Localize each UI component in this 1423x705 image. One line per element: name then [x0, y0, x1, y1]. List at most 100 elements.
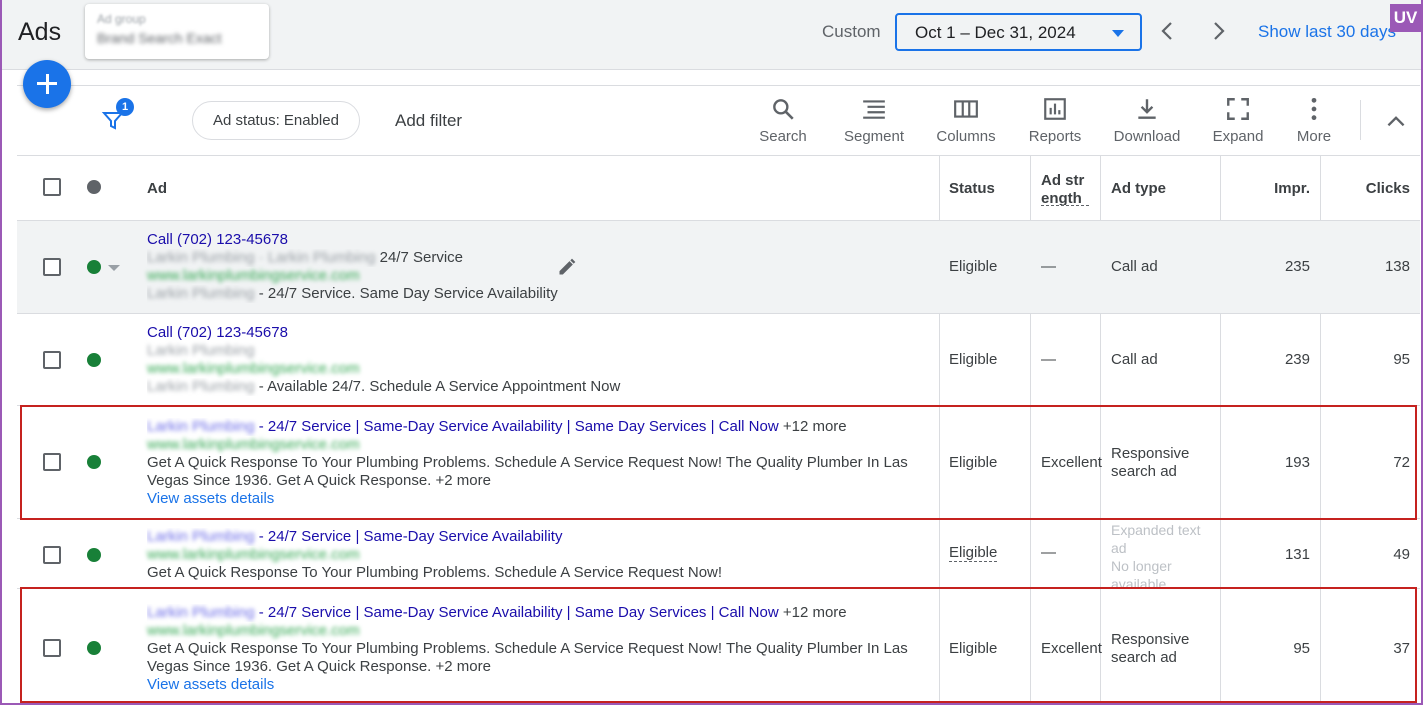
ad-business-suffix: 24/7 Service — [379, 249, 464, 266]
add-filter-button[interactable]: Add filter — [395, 111, 462, 131]
impressions-cell: 235 — [1284, 258, 1310, 275]
column-header-ad-strength[interactable]: Ad strength — [1041, 172, 1089, 206]
ad-description: Get A Quick Response To Your Plumbing Pr… — [147, 564, 723, 581]
columns-tool-button[interactable]: Columns — [926, 96, 1006, 145]
ad-headline[interactable]: Call (702) 123-45678 — [147, 324, 927, 342]
reports-tool-button[interactable]: Reports — [1015, 96, 1095, 145]
ad-type-line: Responsive — [1111, 445, 1190, 462]
enabled-status-dot-icon — [87, 353, 101, 367]
ad-description: Get A Quick Response To Your Plumbing Pr… — [147, 640, 908, 657]
ad-type-line: search ad — [1111, 463, 1177, 480]
ad-headline[interactable]: - 24/7 Service | Same-Day Service Availa… — [255, 604, 779, 621]
row-checkbox[interactable] — [43, 546, 61, 564]
ad-headline-more[interactable]: +12 more — [783, 418, 847, 435]
ad-preview: Larkin Plumbing - 24/7 Service | Same-Da… — [147, 528, 927, 582]
date-range-dropdown[interactable]: Oct 1 – Dec 31, 2024 — [895, 13, 1142, 51]
clicks-cell: 49 — [1393, 546, 1410, 563]
search-tool-button[interactable]: Search — [743, 96, 823, 145]
chevron-right-icon[interactable] — [1206, 19, 1230, 43]
ad-description: - 24/7 Service. Same Day Service Availab… — [254, 285, 558, 302]
table-row[interactable]: Call (702) 123-45678 Larkin Plumbing www… — [17, 314, 1420, 406]
ad-group-value: Brand Search Exact — [97, 30, 222, 46]
segment-tool-button[interactable]: Segment — [834, 96, 914, 145]
ad-strength-cell: — — [1041, 258, 1056, 275]
enabled-status-dot-icon — [87, 641, 101, 655]
ad-type-cell: Call ad — [1111, 258, 1158, 275]
ad-headline-name: Larkin Plumbing — [147, 418, 255, 435]
row-checkbox[interactable] — [43, 351, 61, 369]
ad-description-more[interactable]: +2 more — [436, 472, 491, 489]
ad-display-url: www.larkinplumbingservice.com — [147, 436, 360, 453]
ad-description: Get A Quick Response To Your Plumbing Pr… — [147, 454, 908, 471]
view-assets-details-link[interactable]: View assets details — [147, 676, 927, 694]
ad-headline[interactable]: - 24/7 Service | Same-Day Service Availa… — [255, 528, 563, 545]
column-header-status[interactable]: Status — [949, 180, 995, 197]
ad-headline-name: Larkin Plumbing — [147, 604, 255, 621]
impressions-cell: 239 — [1284, 351, 1310, 368]
ad-status-filter-chip[interactable]: Ad status: Enabled — [192, 101, 360, 140]
ad-description-more[interactable]: +2 more — [436, 658, 491, 675]
download-tool-button[interactable]: Download — [1107, 96, 1187, 145]
show-last-30-days-link[interactable]: Show last 30 days — [1258, 22, 1396, 42]
ad-type-cell: Call ad — [1111, 351, 1158, 368]
enabled-status-dot-icon — [87, 260, 101, 274]
ad-description-name: Larkin Plumbing — [147, 378, 255, 395]
status-dropdown-icon[interactable] — [108, 265, 120, 271]
ad-strength-cell: Excellent — [1041, 454, 1102, 471]
column-header-clicks[interactable]: Clicks — [1330, 180, 1410, 197]
impressions-cell: 131 — [1284, 546, 1310, 563]
download-tool-label: Download — [1113, 128, 1181, 145]
impressions-cell: 95 — [1293, 640, 1310, 657]
download-icon — [1138, 99, 1156, 119]
table-header: Ad Status Ad strength Ad type Impr. Clic… — [17, 156, 1420, 221]
top-bar: Ads Ad group Brand Search Exact Custom O… — [0, 0, 1423, 70]
table-row[interactable]: Larkin Plumbing - 24/7 Service | Same-Da… — [17, 406, 1420, 519]
ad-headline[interactable]: - 24/7 Service | Same-Day Service Availa… — [255, 418, 779, 435]
ad-display-url: www.larkinplumbingservice.com — [147, 360, 360, 377]
clicks-cell: 95 — [1393, 351, 1410, 368]
more-tool-label: More — [1296, 128, 1332, 145]
status-cell: Eligible — [949, 351, 998, 368]
expand-tool-button[interactable]: Expand — [1198, 96, 1278, 145]
select-all-checkbox[interactable] — [43, 178, 61, 196]
row-checkbox[interactable] — [43, 639, 61, 657]
columns-icon — [954, 100, 978, 118]
ad-headline-more[interactable]: +12 more — [783, 604, 847, 621]
more-tool-button[interactable]: More — [1274, 96, 1354, 145]
status-cell[interactable]: Eligible — [949, 544, 998, 562]
ad-type-cell: Expanded text ad No longer available — [1111, 521, 1201, 589]
ad-description: - Available 24/7. Schedule A Service App… — [254, 378, 621, 395]
row-checkbox[interactable] — [43, 258, 61, 276]
ad-group-selector[interactable]: Ad group Brand Search Exact — [85, 4, 269, 59]
table-row[interactable]: Larkin Plumbing - 24/7 Service | Same-Da… — [17, 519, 1420, 589]
view-assets-details-link[interactable]: View assets details — [147, 490, 927, 508]
chevron-left-icon[interactable] — [1156, 19, 1180, 43]
segment-icon — [863, 100, 885, 119]
column-header-impressions[interactable]: Impr. — [1230, 180, 1310, 197]
row-checkbox[interactable] — [43, 453, 61, 471]
ad-strength-cell: — — [1041, 544, 1056, 561]
table-toolbar: 1 Ad status: Enabled Add filter Search S… — [17, 85, 1420, 156]
page-title: Ads — [18, 18, 62, 46]
pencil-icon[interactable] — [557, 257, 577, 277]
ad-preview: Call (702) 123-45678 Larkin Plumbing www… — [147, 324, 927, 396]
uv-badge: UV — [1390, 4, 1421, 32]
ad-strength-cell: — — [1041, 351, 1056, 368]
ad-display-url: www.larkinplumbingservice.com — [147, 267, 360, 284]
ad-type-line: ad — [1111, 540, 1127, 556]
filter-count-badge: 1 — [116, 98, 134, 116]
ad-preview: Larkin Plumbing - 24/7 Service | Same-Da… — [147, 604, 927, 694]
ad-headline[interactable]: Call (702) 123-45678 — [147, 231, 927, 249]
impressions-cell: 193 — [1284, 454, 1310, 471]
chevron-up-icon[interactable] — [1383, 108, 1409, 134]
add-button[interactable] — [23, 60, 71, 108]
ad-type-cell: Responsive search ad — [1111, 445, 1189, 481]
search-icon — [773, 99, 794, 120]
table-row[interactable]: Call (702) 123-45678 Larkin Plumbing · L… — [17, 221, 1420, 314]
column-header-ad-type[interactable]: Ad type — [1111, 180, 1166, 197]
ad-display-url: www.larkinplumbingservice.com — [147, 546, 360, 563]
reports-tool-label: Reports — [1028, 128, 1082, 145]
table-row[interactable]: Larkin Plumbing - 24/7 Service | Same-Da… — [17, 589, 1420, 705]
column-header-ad[interactable]: Ad — [147, 180, 167, 197]
ad-type-line: available — [1111, 576, 1167, 589]
